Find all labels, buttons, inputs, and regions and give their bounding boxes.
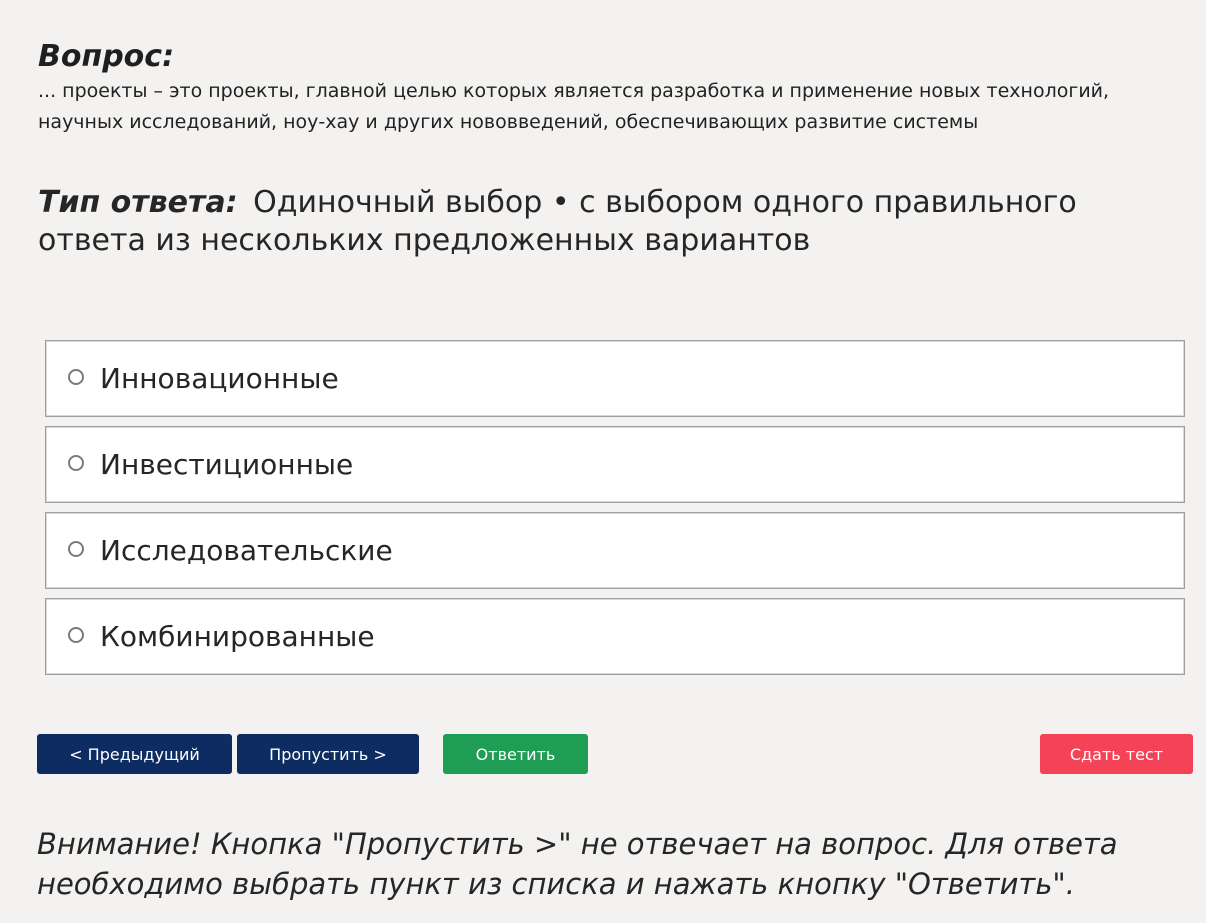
question-section: Вопрос: ... проекты – это проекты, главн… — [38, 40, 1188, 260]
radio-button-icon[interactable] — [68, 541, 84, 557]
answer-option-innovative[interactable]: Инновационные — [45, 340, 1185, 417]
answer-option-combined[interactable]: Комбинированные — [45, 598, 1185, 675]
skip-button[interactable]: Пропустить > — [237, 734, 419, 774]
option-label: Исследовательские — [100, 533, 393, 567]
radio-button-icon[interactable] — [68, 627, 84, 643]
radio-button-icon[interactable] — [68, 455, 84, 471]
answer-type-label: Тип ответа: — [38, 185, 238, 220]
previous-button[interactable]: < Предыдущий — [37, 734, 232, 774]
question-text: ... проекты – это проекты, главной целью… — [38, 80, 1110, 133]
answer-button[interactable]: Ответить — [443, 734, 588, 774]
radio-button-icon[interactable] — [68, 369, 84, 385]
option-label: Комбинированные — [100, 619, 375, 653]
answer-option-research[interactable]: Исследовательские — [45, 512, 1185, 589]
option-label: Инновационные — [100, 361, 339, 395]
option-label: Инвестиционные — [100, 447, 354, 481]
skip-warning-notice: Внимание! Кнопка "Пропустить >" не отвеч… — [37, 827, 1118, 901]
finish-test-button[interactable]: Сдать тест — [1040, 734, 1193, 774]
answer-options: Инновационные Инвестиционные Исследовате… — [45, 340, 1185, 684]
question-title: Вопрос: — [38, 39, 175, 74]
answer-option-investment[interactable]: Инвестиционные — [45, 426, 1185, 503]
answer-type: Тип ответа: Одиночный выбор • с выбором … — [38, 184, 1188, 260]
